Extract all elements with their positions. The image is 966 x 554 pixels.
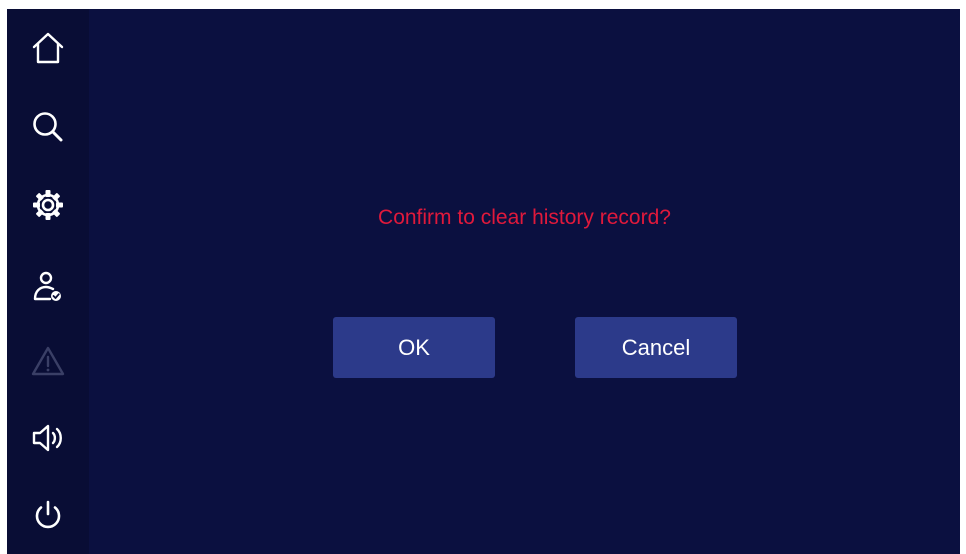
power-icon [35, 500, 61, 529]
sidebar-item-volume[interactable] [27, 417, 69, 459]
user-check-icon [33, 271, 61, 301]
dialog-message: Confirm to clear history record? [378, 206, 671, 229]
sidebar-item-user[interactable] [27, 266, 69, 308]
sidebar [7, 9, 89, 554]
gear-icon [33, 190, 63, 220]
speaker-icon [32, 424, 62, 452]
search-icon [33, 112, 63, 142]
cancel-button[interactable]: Cancel [575, 317, 737, 378]
screen: Confirm to clear history record? OK Canc… [7, 9, 960, 554]
home-icon [32, 32, 64, 64]
sidebar-item-alarm [27, 340, 69, 382]
sidebar-item-settings[interactable] [27, 184, 69, 226]
sidebar-item-power[interactable] [27, 495, 69, 537]
ok-button[interactable]: OK [333, 317, 495, 378]
warning-icon [31, 346, 65, 376]
sidebar-item-search[interactable] [27, 106, 69, 148]
sidebar-item-home[interactable] [27, 27, 69, 69]
